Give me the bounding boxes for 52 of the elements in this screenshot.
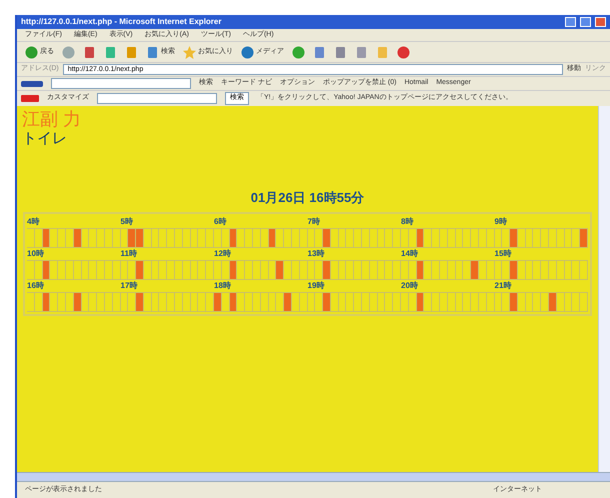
hour-label: 7時 — [308, 216, 320, 228]
hour-label: 10時 — [27, 248, 44, 260]
circle-icon — [25, 46, 38, 58]
place-label: トイレ — [22, 130, 67, 148]
hour-label: 13時 — [308, 248, 324, 260]
vertical-scrollbar[interactable] — [598, 106, 610, 472]
minimize-button[interactable] — [565, 17, 576, 27]
person-name: 江副 力 — [22, 108, 82, 130]
circle-icon — [397, 46, 410, 58]
page-icon — [104, 46, 117, 58]
hour-label: 12時 — [214, 248, 231, 260]
hour-label: 19時 — [308, 280, 324, 292]
page-icon — [83, 46, 96, 58]
hour-label: 8時 — [401, 216, 414, 228]
circle-icon — [292, 46, 305, 58]
close-button[interactable] — [595, 17, 606, 27]
hour-label: 16時 — [27, 280, 44, 292]
star-icon — [183, 46, 196, 58]
hour-label: 17時 — [120, 280, 138, 292]
hour-label: 21時 — [494, 280, 512, 292]
circle-icon — [241, 46, 254, 58]
msn-search-field[interactable] — [51, 78, 191, 89]
hour-label: 9時 — [494, 216, 507, 228]
page-icon — [355, 46, 368, 58]
toolbar-button[interactable] — [397, 46, 410, 58]
hour-label: 18時 — [214, 280, 231, 292]
page-icon — [334, 46, 347, 58]
hour-label: 6時 — [214, 216, 226, 228]
toolbar-button[interactable] — [292, 46, 305, 58]
search-icon — [146, 46, 159, 58]
yahoo-search-field[interactable] — [97, 93, 217, 104]
hour-label: 4時 — [27, 216, 40, 228]
toolbar-button[interactable] — [62, 46, 75, 58]
hour-label: 5時 — [120, 216, 133, 228]
toolbar-button[interactable] — [125, 46, 138, 58]
hour-label: 20時 — [401, 280, 418, 292]
date-time: 01月26日 16時55分 — [250, 189, 364, 207]
hour-label: 15時 — [494, 248, 512, 260]
page-icon — [125, 46, 138, 58]
hour-label: 11時 — [120, 248, 137, 260]
hour-label: 14時 — [401, 248, 418, 260]
page-icon — [376, 46, 389, 58]
circle-icon — [62, 46, 75, 58]
page-icon — [313, 46, 326, 58]
window-title: http://127.0.0.1/next.php - Microsoft Internet Explorer — [21, 16, 222, 28]
toolbar-button[interactable] — [313, 46, 326, 58]
maximize-button[interactable] — [580, 17, 591, 27]
horizontal-scrollbar[interactable] — [17, 472, 610, 482]
toolbar-button[interactable] — [104, 46, 117, 58]
toolbar-button[interactable] — [83, 46, 96, 58]
toolbar-button[interactable] — [355, 46, 368, 58]
toolbar-button[interactable] — [334, 46, 347, 58]
